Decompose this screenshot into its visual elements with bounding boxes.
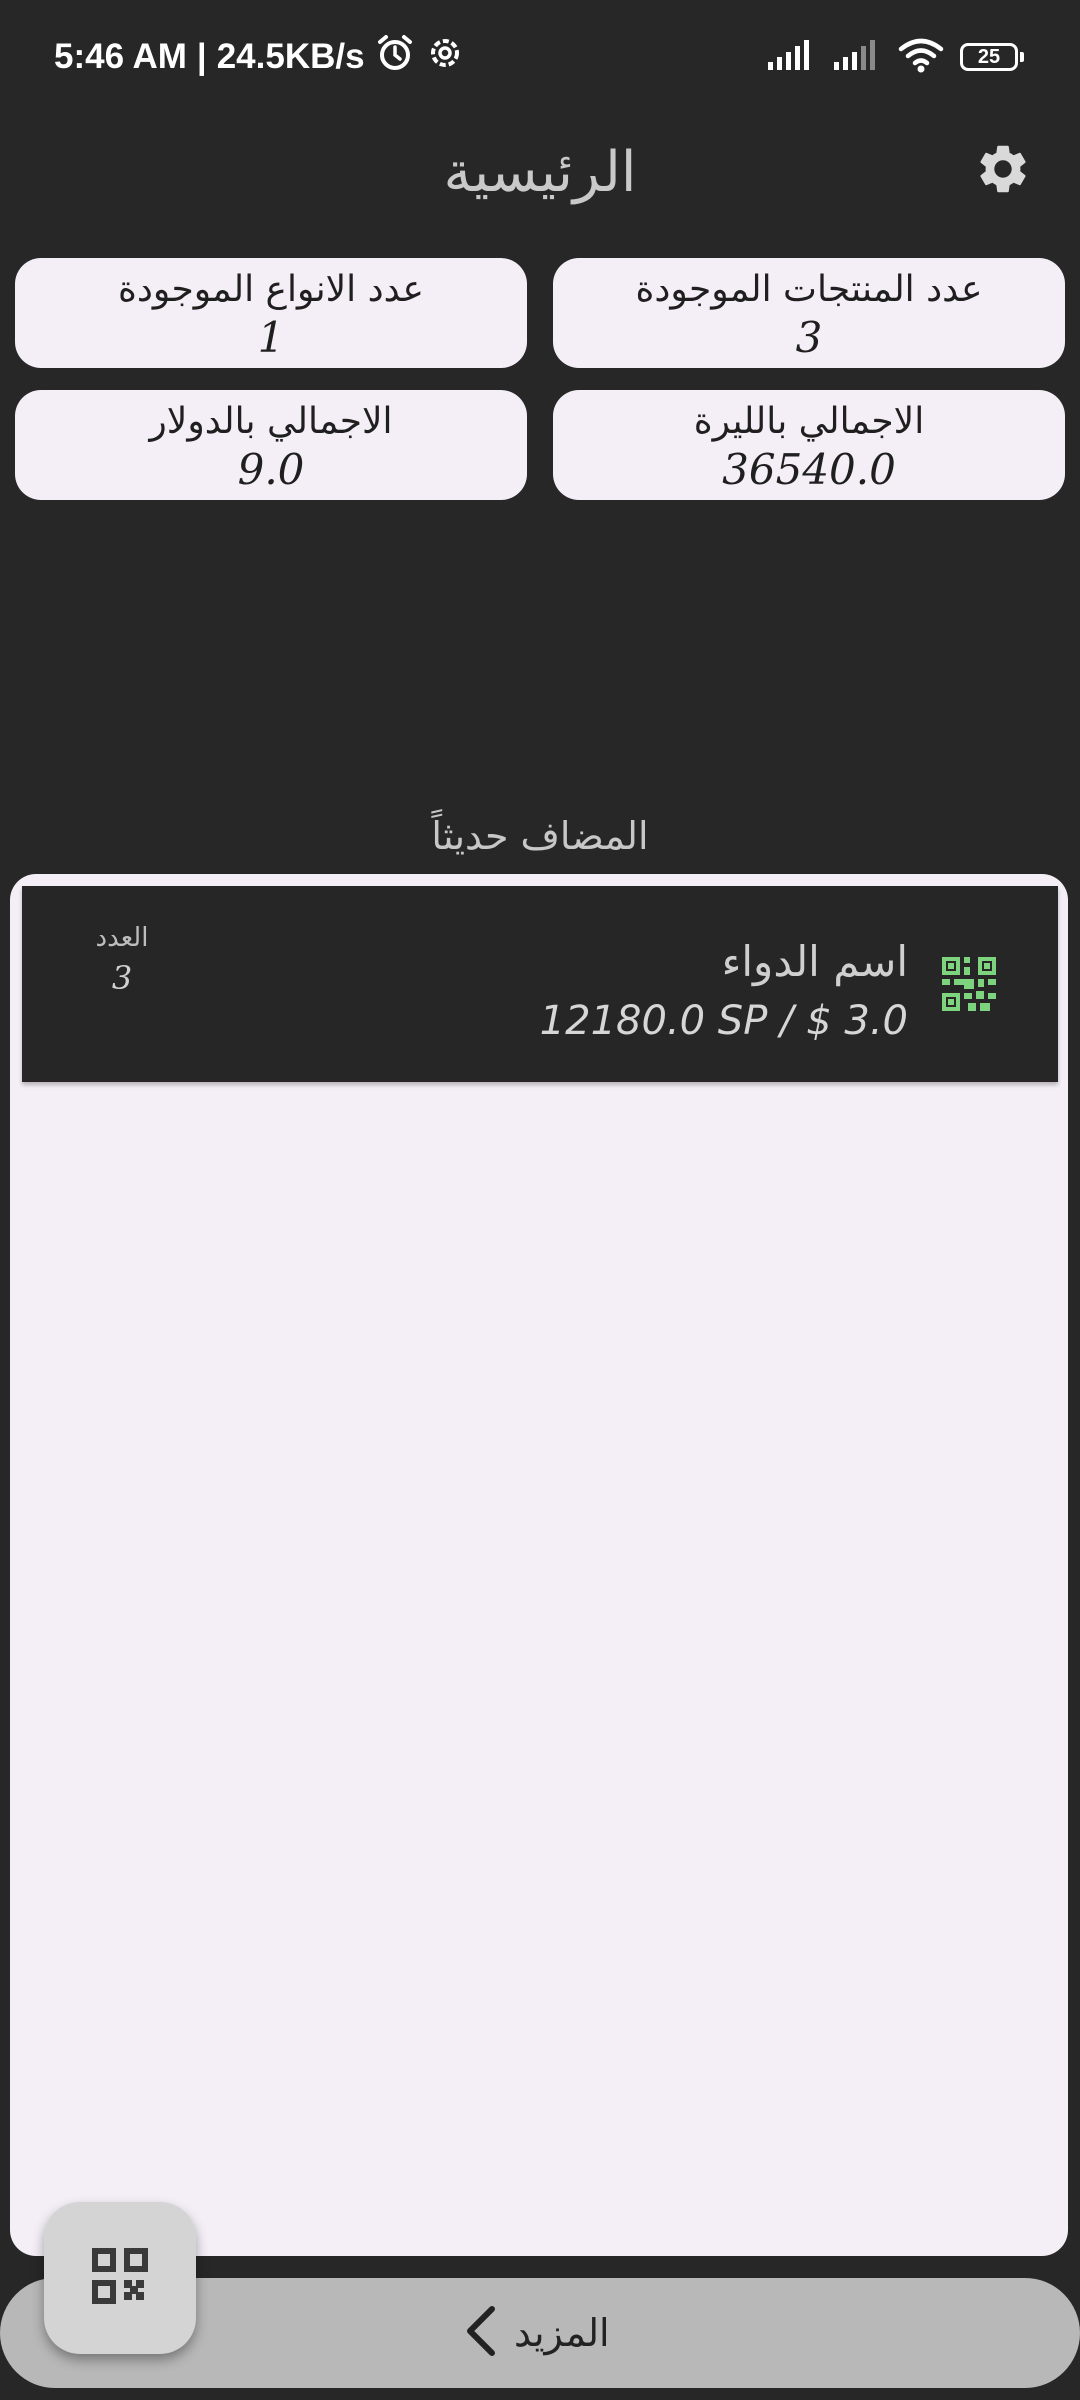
status-bar: 5:46 AM | 24.5KB/s 25	[0, 0, 1080, 110]
signal-icon-secondary	[832, 38, 882, 76]
settings-button[interactable]	[970, 138, 1036, 204]
stat-label: عدد المنتجات الموجودة	[635, 269, 983, 310]
stat-card-types-count: عدد الانواع الموجودة 1	[15, 258, 527, 368]
stat-label: الاجمالي بالليرة	[693, 401, 925, 442]
qr-code-icon	[942, 957, 996, 1011]
stat-card-total-lira: الاجمالي بالليرة 36540.0	[553, 390, 1065, 500]
status-network-speed: 24.5KB/s	[216, 37, 365, 76]
stat-label: عدد الانواع الموجودة	[117, 269, 425, 310]
status-time: 5:46 AM	[54, 37, 187, 76]
battery-icon: 25	[960, 43, 1024, 71]
settings-icon	[974, 140, 1032, 202]
status-left: 5:46 AM | 24.5KB/s	[54, 32, 465, 82]
stat-card-products-count: عدد المنتجات الموجودة 3	[553, 258, 1065, 368]
item-price: 12180.0 SP / $ 3.0	[539, 998, 908, 1044]
stat-value: 9.0	[237, 445, 305, 494]
status-right: 25	[766, 34, 1024, 80]
status-separator: |	[196, 37, 207, 76]
wifi-icon	[898, 37, 944, 77]
item-name: اسم الدواء	[721, 937, 908, 986]
list-item[interactable]: اسم الدواء 12180.0 SP / $ 3.0 العدد 3	[22, 886, 1058, 1082]
stat-value: 3	[795, 313, 823, 362]
page-title: الرئيسية	[443, 140, 637, 205]
settings-gear-status-icon	[425, 33, 465, 82]
signal-icon	[766, 38, 816, 76]
more-button[interactable]: المزيد	[460, 2278, 610, 2388]
item-count-label: العدد	[95, 923, 149, 953]
recent-section-title: المضاف حديثاً	[431, 814, 649, 858]
stat-label: الاجمالي بالدولار	[149, 401, 393, 442]
item-count-value: 3	[111, 959, 133, 997]
qr-scan-icon	[92, 2248, 148, 2308]
stat-card-total-dollar: الاجمالي بالدولار 9.0	[15, 390, 527, 500]
more-label: المزيد	[514, 2311, 610, 2355]
alarm-icon	[375, 33, 415, 82]
chevron-left-icon	[460, 2303, 500, 2363]
stat-value: 1	[257, 313, 285, 362]
recent-list[interactable]: اسم الدواء 12180.0 SP / $ 3.0 العدد 3	[10, 874, 1068, 2256]
battery-level: 25	[977, 45, 1001, 68]
stat-value: 36540.0	[722, 445, 896, 494]
scan-qr-fab[interactable]	[44, 2202, 196, 2354]
